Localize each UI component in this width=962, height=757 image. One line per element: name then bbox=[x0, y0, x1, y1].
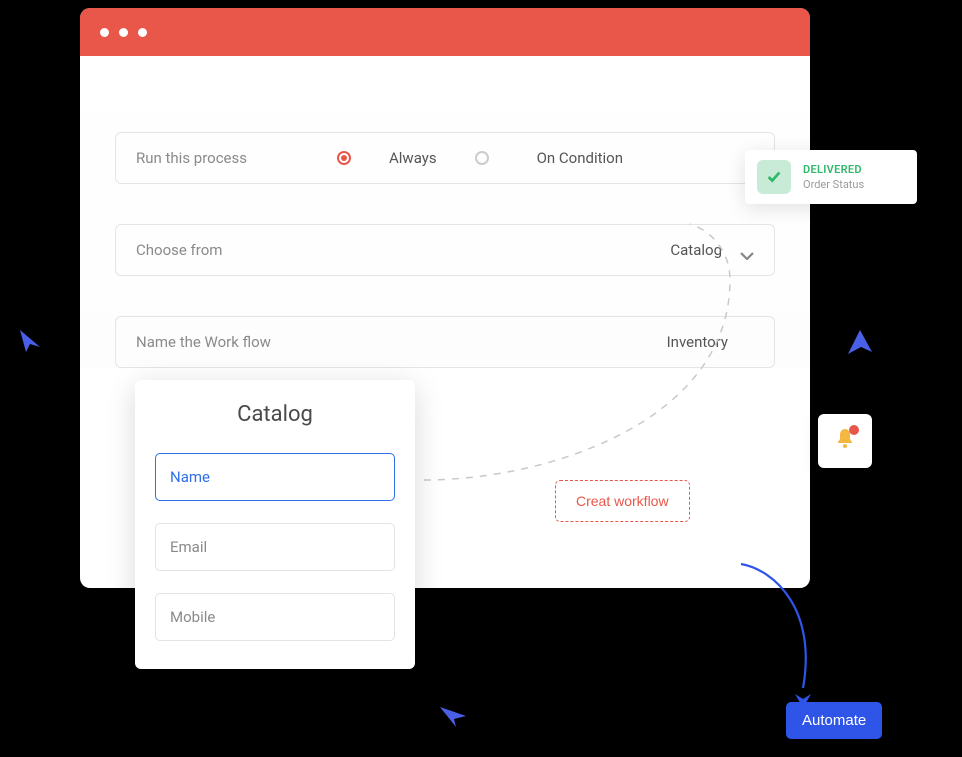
workflow-name-value: Inventory bbox=[667, 333, 728, 351]
notification-dot-icon bbox=[849, 425, 859, 435]
chevron-down-icon bbox=[740, 246, 754, 254]
delivered-status: DELIVERED bbox=[803, 163, 864, 176]
delivered-text: DELIVERED Order Status bbox=[803, 163, 864, 191]
catalog-email-input[interactable]: Email bbox=[155, 523, 395, 571]
process-row: Run this process Always On Condition bbox=[115, 132, 775, 184]
window-control-dot[interactable] bbox=[138, 28, 147, 37]
process-radio-group: Always On Condition bbox=[337, 149, 754, 167]
choose-from-value-wrap: Catalog bbox=[670, 241, 754, 259]
radio-on-condition[interactable] bbox=[475, 151, 489, 165]
delivered-subtitle: Order Status bbox=[803, 178, 864, 191]
catalog-popup: Catalog Name Email Mobile bbox=[135, 380, 415, 669]
radio-always-label: Always bbox=[389, 149, 437, 167]
catalog-mobile-input[interactable]: Mobile bbox=[155, 593, 395, 641]
radio-on-condition-label: On Condition bbox=[537, 149, 623, 167]
form-area: Run this process Always On Condition Cho… bbox=[80, 56, 810, 368]
delivered-status-card: DELIVERED Order Status bbox=[745, 150, 917, 204]
choose-from-row[interactable]: Choose from Catalog bbox=[115, 224, 775, 276]
choose-from-label: Choose from bbox=[136, 241, 222, 259]
notification-card[interactable] bbox=[818, 414, 872, 468]
create-workflow-button[interactable]: Creat workflow bbox=[555, 480, 690, 522]
process-label: Run this process bbox=[136, 149, 247, 167]
window-control-dot[interactable] bbox=[100, 28, 109, 37]
catalog-title: Catalog bbox=[155, 402, 395, 427]
check-icon bbox=[757, 160, 791, 194]
choose-from-value: Catalog bbox=[670, 241, 722, 259]
cursor-arrow-icon bbox=[848, 330, 872, 362]
workflow-name-row[interactable]: Name the Work flow Inventory bbox=[115, 316, 775, 368]
workflow-name-value-wrap: Inventory bbox=[667, 333, 728, 351]
cursor-arrow-icon bbox=[440, 705, 466, 731]
bell-icon bbox=[833, 427, 857, 455]
window-control-dot[interactable] bbox=[119, 28, 128, 37]
radio-always[interactable] bbox=[337, 151, 351, 165]
workflow-name-label: Name the Work flow bbox=[136, 333, 271, 351]
cursor-arrow-icon bbox=[20, 330, 42, 360]
title-bar bbox=[80, 8, 810, 56]
automate-button[interactable]: Automate bbox=[786, 702, 882, 739]
catalog-name-input[interactable]: Name bbox=[155, 453, 395, 501]
